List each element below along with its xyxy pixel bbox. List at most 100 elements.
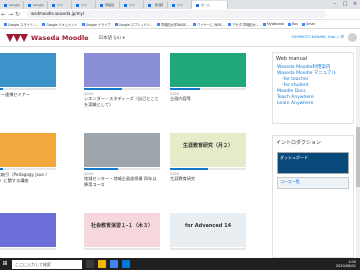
avatar[interactable] — [348, 33, 357, 42]
course-progress-bar — [84, 248, 160, 250]
browser-tab[interactable]: ワイ — [120, 1, 144, 9]
bookmark-item[interactable]: Google ドキュメント — [42, 22, 78, 27]
mail-icon[interactable] — [122, 260, 130, 268]
course-grid: リアセンター連携セミナー 2020シエンダー・スタディーズ（自己とことを実験として… — [0, 47, 268, 258]
browser-tab[interactable]: 【外部】 — [144, 1, 168, 9]
course-banner-image[interactable] — [0, 133, 56, 167]
page-scrollbar[interactable] — [356, 47, 360, 258]
course-banner-image[interactable] — [170, 53, 246, 87]
course-title[interactable]: シエンダー・スタディーズ（自己とことを実験として） — [84, 96, 160, 107]
bookmark-item[interactable]: Gmail — [301, 22, 316, 26]
moodle-logo[interactable]: Waseda Moodle — [6, 33, 89, 42]
course-banner-image[interactable] — [84, 53, 160, 87]
tab-favicon-icon — [100, 3, 103, 7]
reload-icon[interactable]: ↻ — [14, 11, 21, 18]
bookmark-item[interactable]: Google スプレッドシ... — [114, 22, 153, 27]
taskbar-search-input[interactable]: ここに入力して検索 — [12, 259, 82, 269]
course-banner-image[interactable]: 社会教育演習１-１（木３） — [84, 213, 160, 247]
course-banner-image[interactable] — [0, 53, 56, 87]
browser-tab[interactable]: ワイ — [72, 1, 96, 9]
course-card[interactable]: 社会教育演習１-１（木３） — [84, 213, 160, 252]
course-card[interactable]: 2020 地域センター・地域企画部授業 四年以降用コース — [84, 133, 160, 187]
course-title[interactable]: 生涯教育研究 — [170, 176, 246, 182]
scrollbar-thumb[interactable] — [356, 127, 360, 187]
manual-link[interactable]: Learn Anywhere — [273, 101, 353, 107]
course-title[interactable]: リアセンター連携セミナー — [0, 92, 56, 98]
browser-tab[interactable]: Google — [0, 1, 24, 9]
browser-tab[interactable]: ワイ — [48, 1, 72, 9]
course-card[interactable] — [0, 213, 56, 252]
maximize-icon[interactable]: □ — [340, 0, 350, 9]
language-menu[interactable]: 日本語 (ja) ▾ — [99, 35, 125, 41]
dashboard-thumbnail[interactable]: ダッシュボード — [277, 152, 349, 174]
course-card[interactable]: 2020 企画内容等 — [170, 53, 246, 102]
moodle-header: Waseda Moodle 日本語 (ja) ▾ SUGIMOTO KANAMI… — [0, 29, 360, 47]
bookmark-item[interactable]: 早稲田大学WASE... — [157, 22, 189, 27]
bookmark-label: Box — [291, 22, 298, 26]
browser-tab-strip: Google Google ワイ ワイ 早稲田 ワイ 【外部】 ワイ ホーム – □ × — [0, 0, 360, 9]
bookmark-item[interactable]: Box — [287, 22, 298, 26]
course-banner-image[interactable] — [84, 133, 160, 167]
tab-favicon-icon — [172, 3, 175, 7]
progress-fill — [170, 88, 201, 90]
bookmark-label: 早稲田大学WASE... — [161, 22, 190, 27]
clock-date: 2020/06/01 — [335, 264, 356, 268]
tab-favicon-icon — [28, 3, 31, 7]
bookmark-icon — [287, 22, 291, 26]
bookmark-item[interactable]: MyWaseda — [262, 22, 284, 26]
course-progress-bar — [84, 88, 160, 90]
bookmark-label: Google スライド -... — [8, 22, 39, 27]
bookmark-label: Gmail — [305, 22, 316, 26]
browser-tab[interactable]: Google — [24, 1, 48, 9]
dashboard-label: ダッシュボード — [280, 155, 308, 160]
progress-fill — [0, 88, 3, 90]
chrome-icon[interactable] — [110, 260, 118, 268]
browser-tab[interactable]: ワイ — [168, 1, 192, 9]
bookmark-item[interactable]: Google ドライブ — [81, 22, 111, 27]
course-card[interactable]: リアセンター連携セミナー — [0, 53, 56, 98]
bookmark-icon — [228, 22, 232, 26]
course-title[interactable]: 学研究・比較引（Pedagogy Jsue / Publisher）に関する講座 — [0, 172, 56, 183]
browser-tab[interactable]: ホーム — [192, 1, 228, 9]
task-view-icon[interactable] — [86, 260, 94, 268]
forward-icon[interactable]: → — [7, 11, 14, 18]
bookmark-item[interactable]: ワセダ 早稲田大... — [228, 22, 259, 27]
taskbar: ⊞ ここに入力して検索 1:00 2020/06/01 — [0, 258, 360, 270]
close-icon[interactable]: × — [350, 0, 360, 9]
course-banner-image[interactable] — [0, 213, 56, 247]
back-icon[interactable]: ← — [0, 11, 7, 18]
bookmark-icon — [81, 22, 85, 26]
course-list-thumbnail[interactable]: コース一覧 — [277, 177, 349, 189]
minimize-icon[interactable]: – — [330, 0, 340, 9]
course-card[interactable]: for Advanced 14 — [170, 213, 246, 252]
bookmark-label: Google ドキュメント — [46, 22, 78, 27]
waseda-logo-icon — [6, 33, 28, 42]
file-explorer-icon[interactable] — [98, 260, 106, 268]
course-title[interactable]: 企画内容等 — [170, 96, 246, 102]
bookmark-label: MyWaseda — [266, 22, 284, 26]
tab-favicon-icon — [4, 3, 7, 7]
bookmark-icon — [301, 22, 305, 26]
tab-label: ワイ — [129, 3, 136, 7]
course-card[interactable]: 学研究・比較引（Pedagogy Jsue / Publisher）に関する講座 — [0, 133, 56, 183]
tab-label: Google — [33, 3, 44, 7]
tab-label: Google — [9, 3, 20, 7]
bookmark-item[interactable]: Google スライド -... — [4, 22, 38, 27]
tab-favicon-icon — [148, 3, 151, 7]
bookmark-item[interactable]: ワイヤーに WEB... — [193, 22, 224, 27]
tab-favicon-icon — [52, 3, 55, 7]
user-menu[interactable]: SUGIMOTO KANAMI, Yuta ○ 学 — [292, 35, 344, 40]
course-progress-bar — [0, 248, 56, 250]
course-title[interactable]: 地域センター・地域企画部授業 四年以降用コース — [84, 176, 160, 187]
course-banner-image[interactable]: 生涯教育研究（月２） — [170, 133, 246, 167]
course-progress-bar — [170, 168, 246, 170]
course-progress-bar — [170, 248, 246, 250]
course-card[interactable]: 2020 シエンダー・スタディーズ（自己とことを実験として） — [84, 53, 160, 107]
windows-start-icon[interactable]: ⊞ — [0, 258, 10, 270]
browser-tab[interactable]: 早稲田 — [96, 1, 120, 9]
url-input[interactable]: wsdmoodle.waseda.jp/my/ — [27, 10, 327, 18]
course-banner-text: 生涯教育研究（月２） — [182, 143, 233, 149]
bookmark-icon — [262, 22, 266, 26]
course-card[interactable]: 生涯教育研究（月２） 2020 生涯教育研究 — [170, 133, 246, 182]
course-banner-image[interactable]: for Advanced 14 — [170, 213, 246, 247]
